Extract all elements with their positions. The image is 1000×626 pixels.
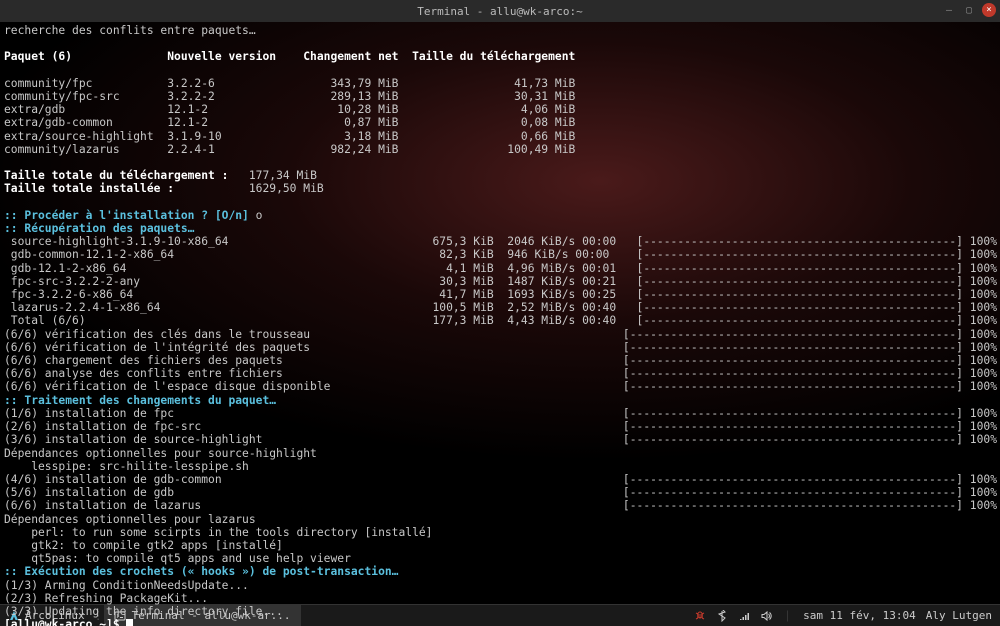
window-titlebar: Terminal - allu@wk-arco:~ — ▢ × [0, 0, 1000, 22]
window-title: Terminal - allu@wk-arco:~ [417, 5, 583, 18]
close-button[interactable]: × [982, 3, 996, 17]
terminal-output[interactable]: recherche des conflits entre paquets… Pa… [0, 22, 1000, 626]
minimize-button[interactable]: — [942, 3, 956, 17]
maximize-button[interactable]: ▢ [962, 3, 976, 17]
